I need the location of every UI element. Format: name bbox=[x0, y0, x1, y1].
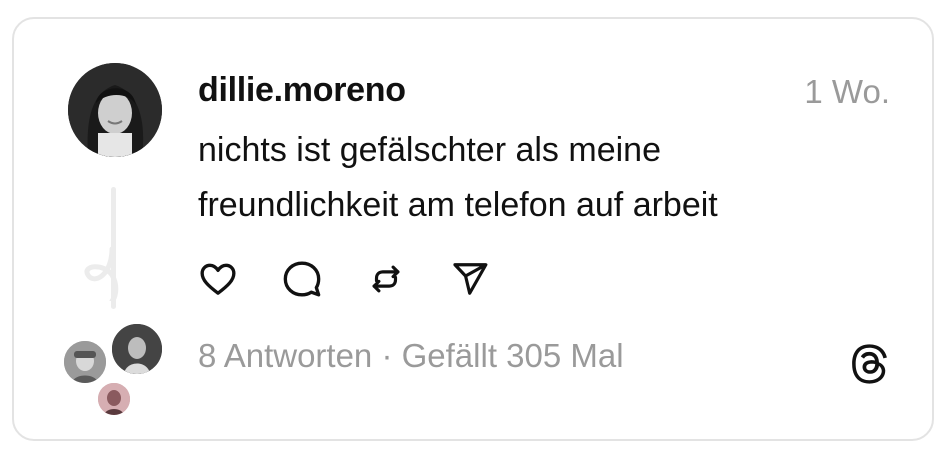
like-button[interactable] bbox=[196, 257, 240, 301]
post-text-line-2: freundlichkeit am telefon auf arbeit bbox=[198, 186, 718, 224]
share-button[interactable] bbox=[448, 257, 492, 301]
avatar[interactable] bbox=[68, 63, 162, 157]
stats-separator: · bbox=[372, 337, 402, 374]
post-text-line-1: nichts ist gefälschter als meine bbox=[198, 131, 661, 169]
repost-icon bbox=[372, 265, 400, 293]
repost-button[interactable] bbox=[364, 257, 408, 301]
replier-avatar[interactable] bbox=[96, 381, 132, 417]
replier-avatar[interactable] bbox=[110, 322, 164, 376]
replies-count[interactable]: 8 Antworten bbox=[198, 337, 372, 374]
heart-icon bbox=[200, 263, 236, 295]
post-stats: 8 Antworten · Gefällt 305 Mal bbox=[198, 337, 624, 375]
post-text: nichts ist gefälschter als meine freundl… bbox=[198, 123, 898, 233]
thread-loop-icon bbox=[84, 246, 119, 301]
reply-button[interactable] bbox=[280, 257, 324, 301]
replier-avatar[interactable] bbox=[62, 339, 108, 385]
threads-logo-icon[interactable] bbox=[844, 339, 894, 389]
likes-count[interactable]: Gefällt 305 Mal bbox=[402, 337, 624, 374]
post-card[interactable]: dillie.moreno 1 Wo. nichts ist gefälscht… bbox=[12, 17, 934, 441]
username[interactable]: dillie.moreno bbox=[198, 71, 406, 110]
send-icon bbox=[453, 263, 488, 295]
action-bar bbox=[196, 257, 532, 301]
speech-bubble-icon bbox=[283, 261, 321, 297]
post-time[interactable]: 1 Wo. bbox=[804, 73, 890, 111]
